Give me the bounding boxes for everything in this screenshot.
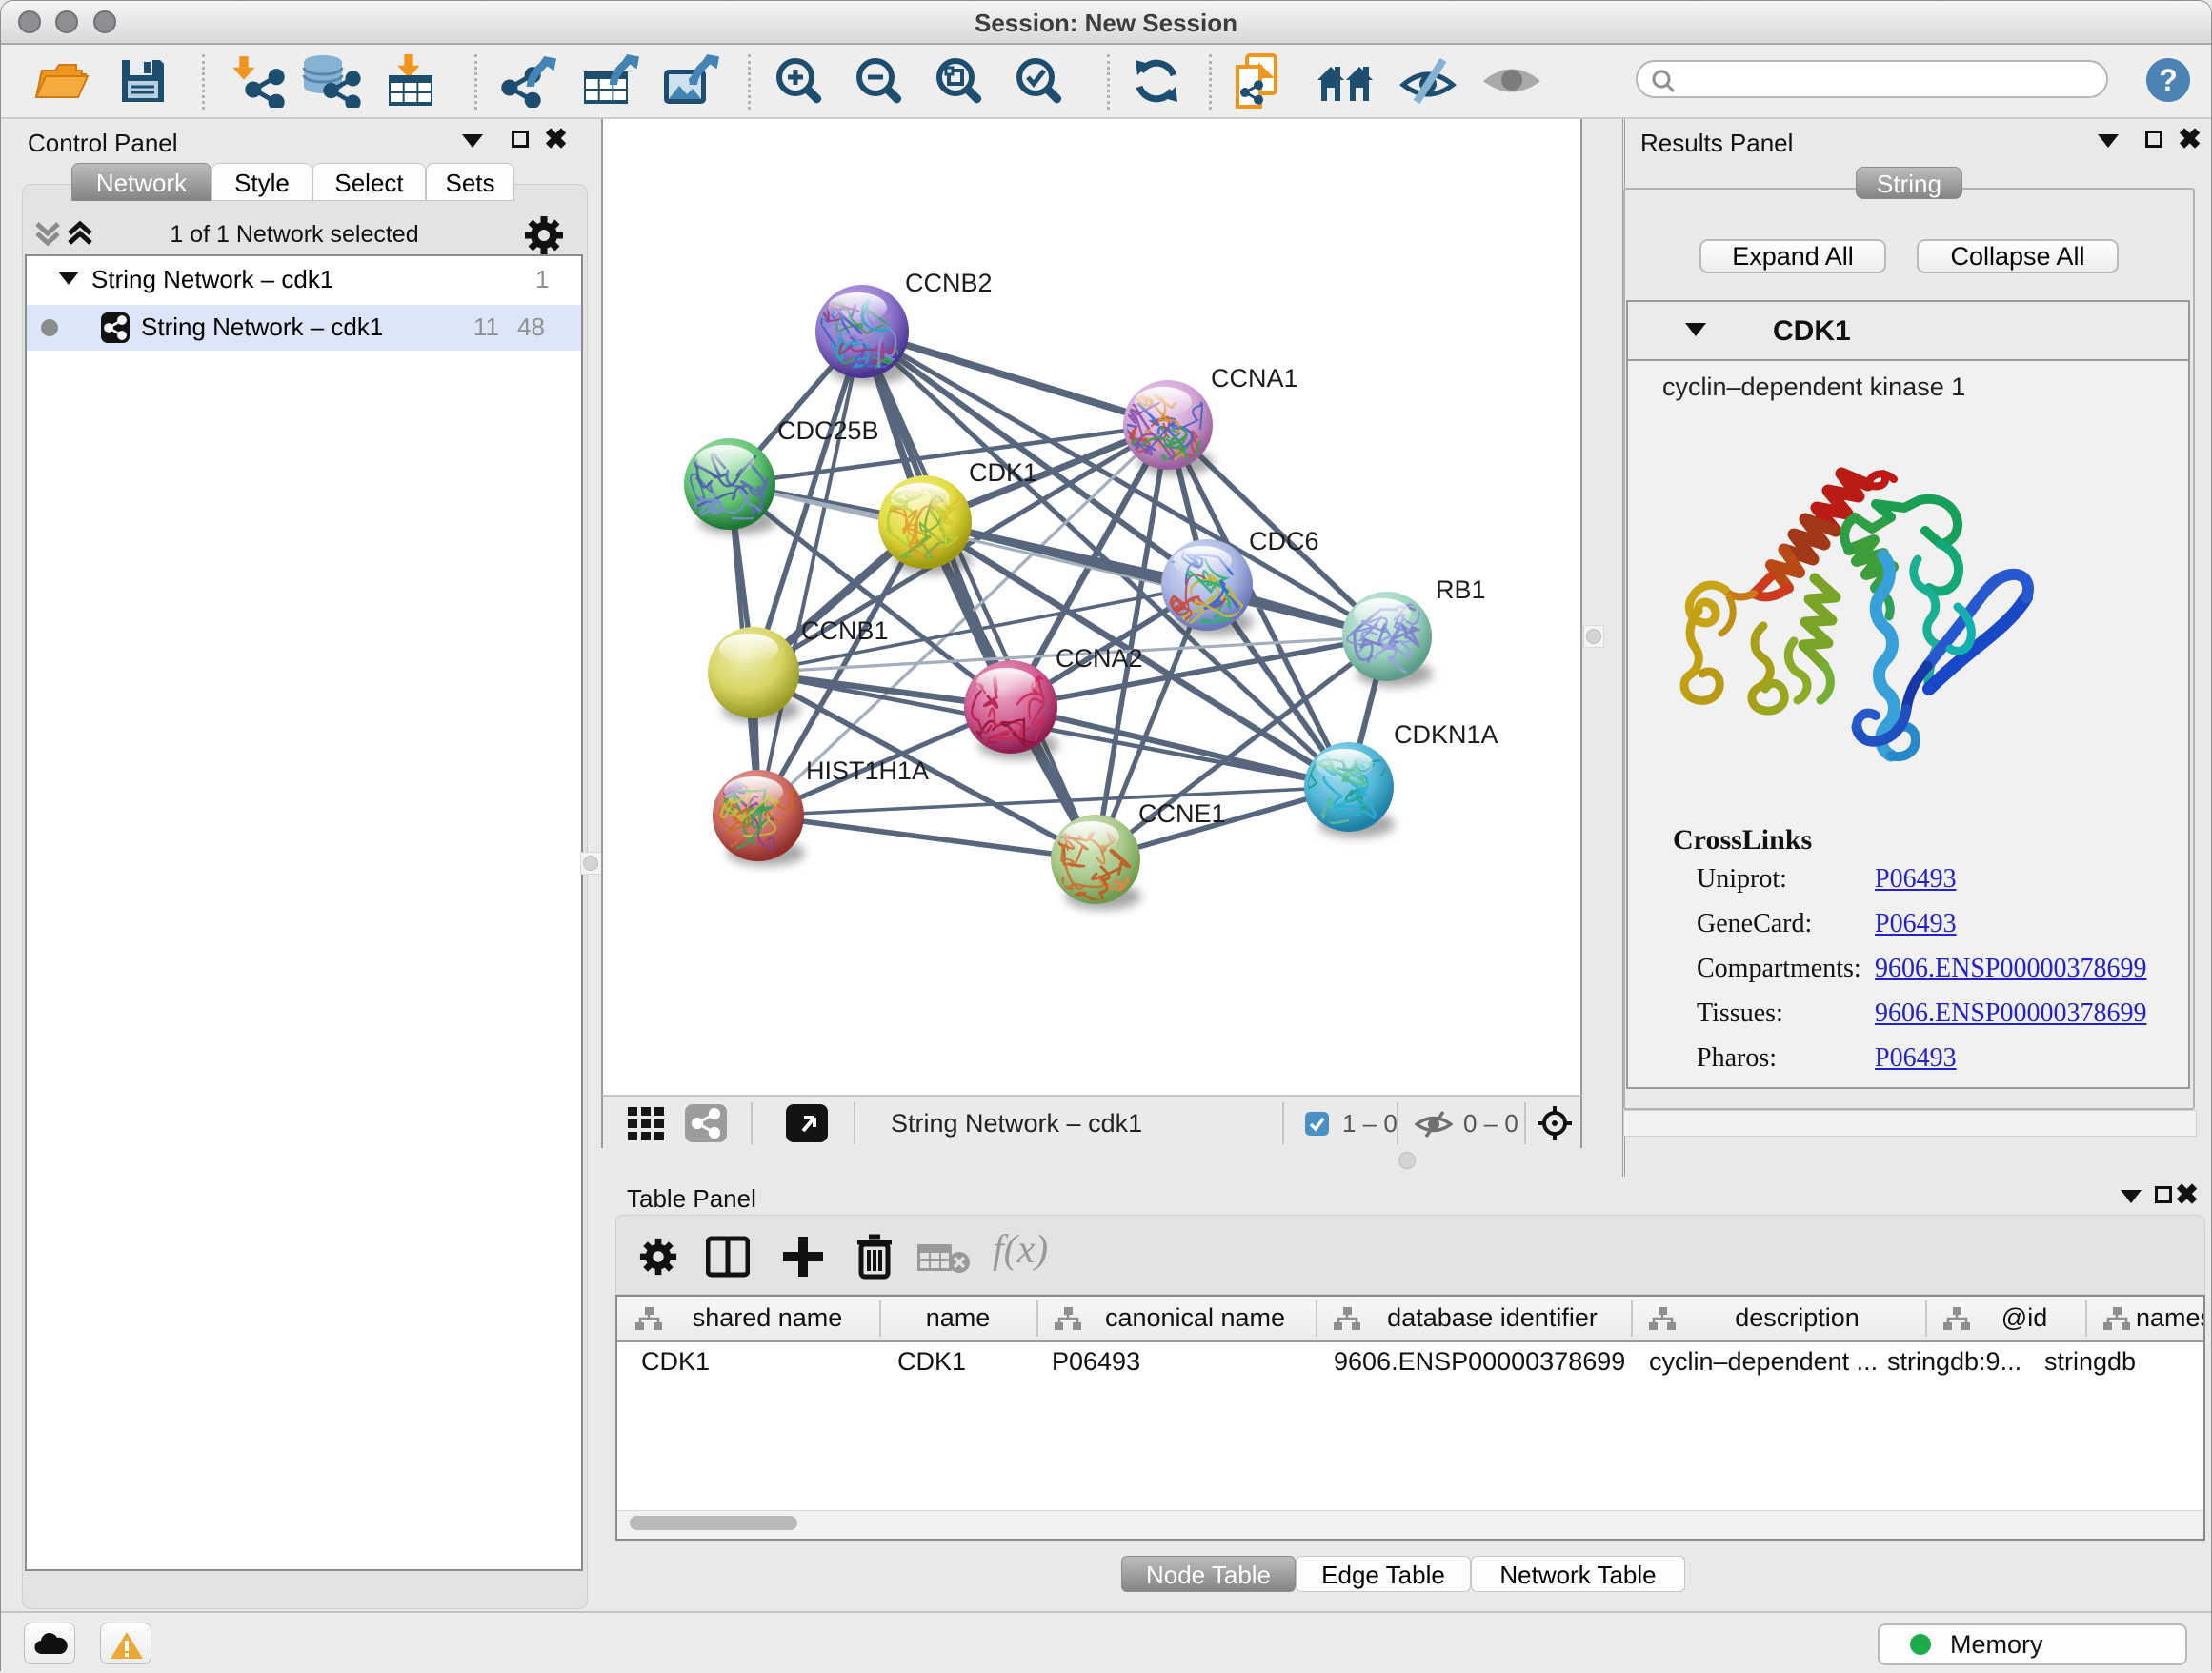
svg-text:CCNB2: CCNB2 [905,269,993,297]
svg-text:HIST1H1A: HIST1H1A [806,756,929,785]
svg-text:CCNB1: CCNB1 [801,616,889,645]
svg-text:CCNE1: CCNE1 [1138,799,1226,828]
svg-text:CCNA1: CCNA1 [1211,364,1298,393]
svg-text:CDC25B: CDC25B [777,416,879,445]
svg-text:CDKN1A: CDKN1A [1394,720,1498,749]
svg-text:CDC6: CDC6 [1249,527,1319,555]
svg-text:RB1: RB1 [1436,575,1486,604]
svg-text:CCNA2: CCNA2 [1056,644,1143,673]
svg-text:CDK1: CDK1 [969,458,1037,487]
